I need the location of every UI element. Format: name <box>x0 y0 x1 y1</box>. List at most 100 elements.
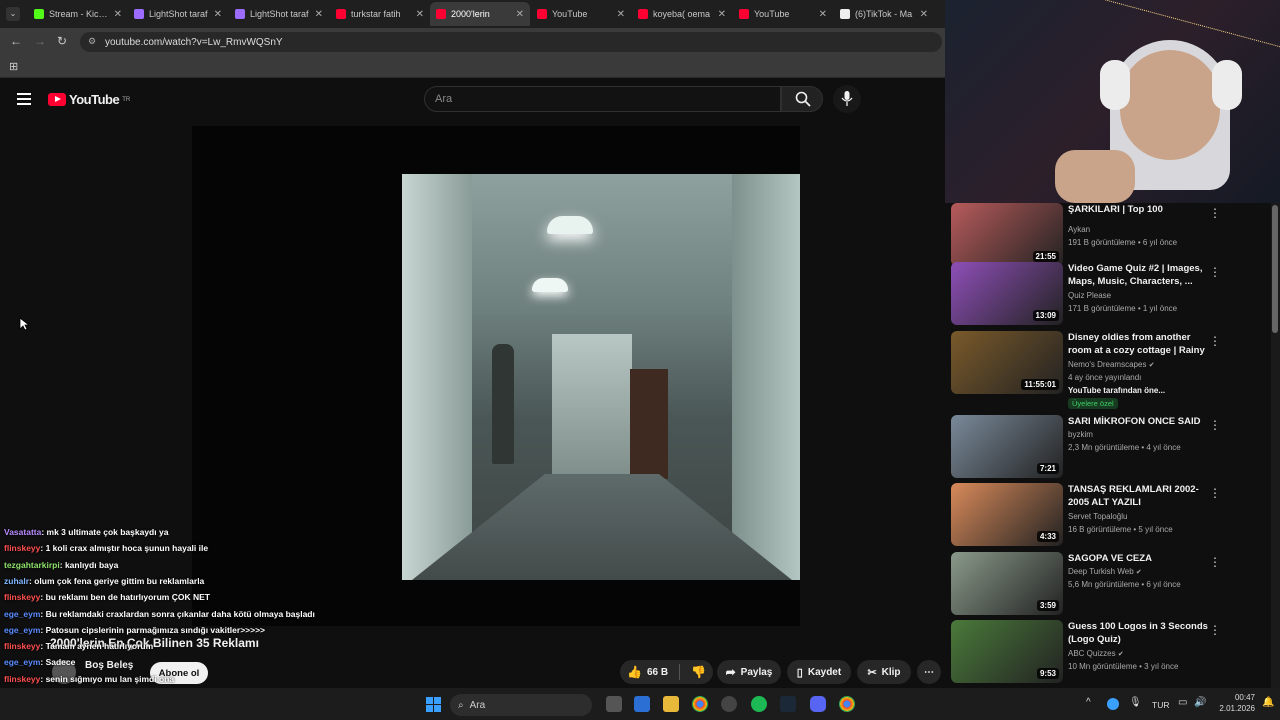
file-explorer-icon[interactable] <box>663 696 679 712</box>
recommendation-item[interactable]: 13:09 Video Game Quiz #2 | Images, Maps, … <box>951 262 1271 326</box>
recommendation-item[interactable]: 7:21 SARI MİKROFON ONCE SAID byzkim 2,3 Mn … <box>951 415 1271 479</box>
network-icon[interactable]: ▭ <box>1178 697 1187 708</box>
recommendation-meta: 171 B görüntüleme • 1 yıl önce <box>1068 304 1178 313</box>
channel-name[interactable]: Boş Beleş <box>85 660 133 671</box>
browser-tab[interactable]: (6)TikTok - Ma ✕ <box>834 4 934 24</box>
apps-grid-icon[interactable]: ⊞ <box>9 60 18 73</box>
tab-close-icon[interactable]: ✕ <box>617 9 631 20</box>
more-vert-icon[interactable]: ⋮ <box>1209 418 1221 432</box>
recommendation-thumbnail[interactable]: 21:55 <box>951 203 1063 266</box>
address-text: youtube.com/watch?v=Lw_RmvWQSnY <box>105 36 283 48</box>
mouse-cursor-icon <box>19 317 29 331</box>
recommendation-thumbnail[interactable]: 4:33 <box>951 483 1063 546</box>
recommendation-title[interactable]: SAGOPA VE CEZA <box>1068 552 1208 565</box>
menu-icon[interactable] <box>17 93 31 105</box>
more-vert-icon[interactable]: ⋮ <box>1209 334 1221 348</box>
site-info-icon[interactable]: ⚙ <box>88 36 96 47</box>
pill-divider <box>679 664 681 680</box>
recommendation-item[interactable]: 4:33 TANSAŞ REKLAMLARI 2002-2005 ALT YAZI… <box>951 483 1271 547</box>
address-bar[interactable]: ⚙ youtube.com/watch?v=Lw_RmvWQSnY <box>80 32 942 52</box>
recommendation-channel[interactable]: Aykan <box>1068 225 1090 234</box>
recommendation-thumbnail[interactable]: 9:53 <box>951 620 1063 683</box>
tab-close-icon[interactable]: ✕ <box>416 9 430 20</box>
recommendation-channel[interactable]: Quiz Please <box>1068 291 1111 300</box>
chrome-active-icon[interactable] <box>839 696 855 712</box>
like-count[interactable]: 66 B <box>647 667 668 678</box>
spotify-icon[interactable] <box>751 696 767 712</box>
voice-search-button[interactable] <box>833 85 861 113</box>
recommendation-item[interactable]: 21:55 ŞARKILARI | Top 100 Aykan 191 B görün… <box>951 203 1271 267</box>
recommendation-channel[interactable]: ABC Quizzes ✔ <box>1068 649 1124 658</box>
more-vert-icon[interactable]: ⋮ <box>1209 555 1221 569</box>
dislike-icon[interactable]: 👎 <box>691 665 706 679</box>
more-vert-icon[interactable]: ⋮ <box>1209 206 1221 220</box>
like-icon[interactable]: 👍 <box>627 665 642 679</box>
recommendation-thumbnail[interactable]: 3:59 <box>951 552 1063 615</box>
steam-icon[interactable] <box>780 696 796 712</box>
clock[interactable]: 00:47 2.01.2026 <box>1213 692 1255 714</box>
back-icon[interactable]: ← <box>10 34 22 48</box>
browser-tab[interactable]: LightShot taraf ✕ <box>229 4 329 24</box>
browser-tab[interactable]: LightShot taraf ✕ <box>128 4 228 24</box>
browser-tab[interactable]: YouTube ✕ <box>531 4 631 24</box>
recommendation-title[interactable]: TANSAŞ REKLAMLARI 2002-2005 ALT YAZILI <box>1068 483 1208 509</box>
tray-chevron-icon[interactable]: ^ <box>1086 697 1091 708</box>
recommendation-item[interactable]: 9:53 Guess 100 Logos in 3 Seconds (Logo Q… <box>951 620 1271 684</box>
browser-tab[interactable]: koyeba( oema ✕ <box>632 4 732 24</box>
reload-icon[interactable]: ↻ <box>57 34 67 48</box>
recommendation-thumbnail[interactable]: 7:21 <box>951 415 1063 478</box>
obs-icon[interactable] <box>721 696 737 712</box>
share-button[interactable]: ➦ Paylaş <box>717 660 781 684</box>
video-player[interactable] <box>192 126 800 626</box>
taskbar-search[interactable]: ⌕ Ara <box>450 694 592 716</box>
task-view-icon[interactable] <box>606 696 622 712</box>
recommendation-channel[interactable]: Servet Topaloğlu <box>1068 512 1127 521</box>
tab-close-icon[interactable]: ✕ <box>819 9 833 20</box>
tab-favicon-icon <box>34 9 44 19</box>
recommendation-title[interactable]: Video Game Quiz #2 | Images, Maps, Music… <box>1068 262 1208 288</box>
recommendation-thumbnail[interactable]: 13:09 <box>951 262 1063 325</box>
volume-icon[interactable]: 🔊 <box>1194 697 1206 708</box>
recommendation-title[interactable]: ŞARKILARI | Top 100 <box>1068 203 1208 216</box>
chrome-icon[interactable] <box>692 696 708 712</box>
browser-tab[interactable]: turkstar fatih ✕ <box>330 4 430 24</box>
search-input[interactable]: Ara <box>424 86 781 112</box>
language-indicator[interactable]: TUR <box>1152 700 1169 710</box>
youtube-logo[interactable]: YouTube TR <box>48 92 130 107</box>
browser-tab[interactable]: YouTube ✕ <box>733 4 833 24</box>
more-vert-icon[interactable]: ⋮ <box>1209 265 1221 279</box>
notification-icon[interactable]: 🔔 <box>1262 697 1274 708</box>
clip-button[interactable]: ✂ Klip <box>857 660 911 684</box>
tab-close-icon[interactable]: ✕ <box>516 9 530 20</box>
more-vert-icon[interactable]: ⋮ <box>1209 486 1221 500</box>
tab-close-icon[interactable]: ✕ <box>315 9 329 20</box>
discord-icon[interactable] <box>810 696 826 712</box>
more-actions-button[interactable]: ⋯ <box>917 660 941 684</box>
recommendation-title[interactable]: Guess 100 Logos in 3 Seconds (Logo Quiz) <box>1068 620 1208 646</box>
tab-close-icon[interactable]: ✕ <box>214 9 228 20</box>
recommendation-item[interactable]: 3:59 SAGOPA VE CEZA Deep Turkish Web ✔ 5,6 … <box>951 552 1271 616</box>
recommendation-channel[interactable]: Deep Turkish Web ✔ <box>1068 567 1142 576</box>
tab-search-icon[interactable]: ⌄ <box>6 7 20 21</box>
windows-start-icon[interactable] <box>426 697 441 712</box>
recommendation-title[interactable]: Disney oldies from another room at a coz… <box>1068 331 1208 357</box>
forward-icon[interactable]: → <box>34 34 46 48</box>
browser-tab[interactable]: Stream - Kick D ✕ <box>28 4 128 24</box>
save-button[interactable]: ▯ Kaydet <box>787 660 851 684</box>
chat-message: zuhalr: olum çok fena geriye gittim bu r… <box>4 576 204 586</box>
search-button[interactable] <box>781 86 823 112</box>
mic-tray-icon[interactable]: 🎙 <box>1129 697 1142 708</box>
tab-close-icon[interactable]: ✕ <box>920 9 934 20</box>
browser-tab[interactable]: 2000'lerin ✕ <box>430 2 530 26</box>
onedrive-icon[interactable] <box>1107 698 1119 710</box>
tab-close-icon[interactable]: ✕ <box>114 9 128 20</box>
recommendation-thumbnail[interactable]: 11:55:01 <box>951 331 1063 394</box>
more-vert-icon[interactable]: ⋮ <box>1209 623 1221 637</box>
tab-close-icon[interactable]: ✕ <box>718 9 732 20</box>
recommendation-channel[interactable]: Nemo's Dreamscapes ✔ <box>1068 360 1155 369</box>
scrollbar-thumb[interactable] <box>1272 205 1278 333</box>
recommendation-item[interactable]: 11:55:01 Disney oldies from another room … <box>951 331 1271 409</box>
recommendation-title[interactable]: SARI MİKROFON ONCE SAID <box>1068 415 1208 428</box>
store-icon[interactable] <box>634 696 650 712</box>
recommendation-channel[interactable]: byzkim <box>1068 430 1093 439</box>
